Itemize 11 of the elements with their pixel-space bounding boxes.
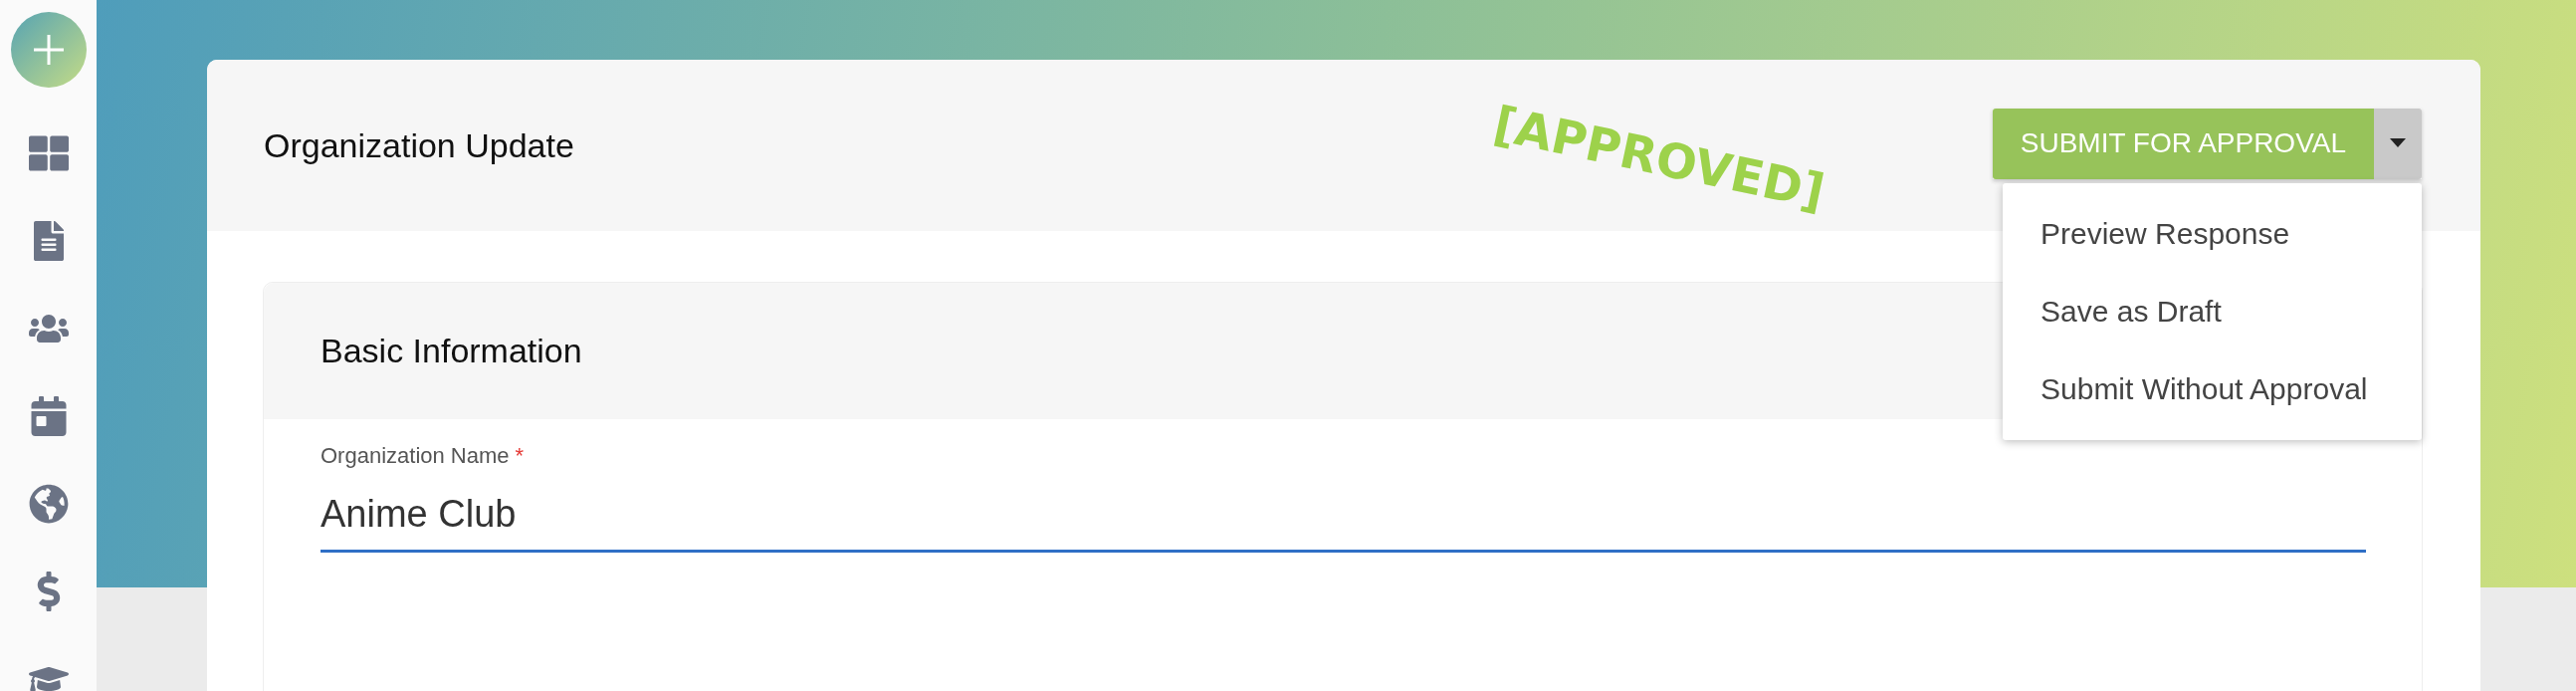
- plus-icon: [31, 33, 66, 67]
- input-field[interactable]: Anime Club: [321, 469, 2366, 553]
- menu-item[interactable]: Submit Without Approval: [2003, 349, 2422, 428]
- page-title: Organization Update: [264, 125, 574, 165]
- caret-icon: [2390, 138, 2406, 148]
- menu-item[interactable]: Save as Draft: [2003, 272, 2422, 350]
- menu-item[interactable]: Preview Response: [2003, 194, 2422, 273]
- section-title: Basic Information: [321, 332, 582, 370]
- dropdown-toggle[interactable]: [2374, 108, 2422, 179]
- field-label: Organization Name: [321, 443, 510, 469]
- required-mark: *: [515, 443, 525, 469]
